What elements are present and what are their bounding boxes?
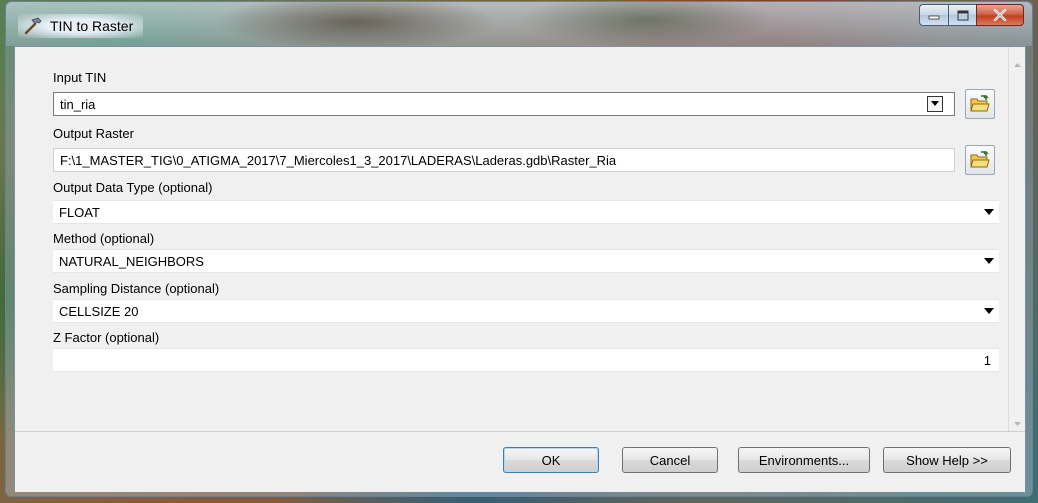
button-bar: OK Cancel Environments... Show Help >>: [15, 431, 1025, 492]
close-button[interactable]: [976, 4, 1024, 26]
output-raster-label: Output Raster: [53, 126, 134, 141]
input-tin-browse-button[interactable]: [965, 89, 995, 119]
scroll-up-icon[interactable]: [1013, 61, 1022, 70]
chevron-down-icon: [931, 101, 939, 106]
ok-button[interactable]: OK: [503, 447, 599, 473]
output-raster-browse-button[interactable]: [965, 145, 995, 175]
output-data-type-label: Output Data Type (optional): [53, 180, 213, 195]
input-tin-label: Input TIN: [53, 70, 107, 85]
open-folder-icon: [970, 151, 990, 168]
input-tin-value: tin_ria: [60, 96, 96, 112]
title-bar[interactable]: TIN to Raster: [6, 2, 1032, 46]
chevron-down-icon: [979, 258, 999, 264]
open-folder-icon: [970, 95, 990, 112]
method-label: Method (optional): [53, 231, 155, 246]
output-raster-value: F:\1_MASTER_TIG\0_ATIGMA_2017\7_Miercole…: [60, 152, 617, 168]
window-title: TIN to Raster: [50, 18, 134, 34]
output-data-type-value: FLOAT: [59, 204, 100, 220]
input-tin-combobox[interactable]: tin_ria: [53, 92, 955, 116]
maximize-icon: [957, 10, 968, 20]
method-select[interactable]: NATURAL_NEIGHBORS: [53, 249, 999, 273]
parameters-panel: Input TIN tin_ria Output Raster F:\1_MAS…: [15, 47, 1009, 431]
vertical-scrollbar[interactable]: [1008, 47, 1025, 431]
maximize-button[interactable]: [948, 4, 976, 26]
minimize-button[interactable]: [919, 4, 948, 26]
hammer-icon: [22, 15, 44, 37]
input-tin-dropdown-button[interactable]: [927, 96, 943, 112]
z-factor-input[interactable]: 1: [53, 348, 999, 372]
close-icon: [993, 9, 1007, 21]
output-data-type-select[interactable]: FLOAT: [53, 200, 999, 224]
cancel-button[interactable]: Cancel: [622, 447, 718, 473]
z-factor-value: 1: [983, 352, 991, 368]
environments-button[interactable]: Environments...: [738, 447, 870, 473]
title-area: TIN to Raster: [18, 14, 144, 38]
show-help-button[interactable]: Show Help >>: [883, 447, 1011, 473]
output-raster-field[interactable]: F:\1_MASTER_TIG\0_ATIGMA_2017\7_Miercole…: [53, 148, 955, 172]
sampling-distance-select[interactable]: CELLSIZE 20: [53, 299, 999, 323]
dialog-client: Input TIN tin_ria Output Raster F:\1_MAS…: [14, 46, 1026, 492]
chevron-down-icon: [979, 209, 999, 215]
z-factor-label: Z Factor (optional): [53, 330, 160, 345]
sampling-distance-label: Sampling Distance (optional): [53, 281, 220, 296]
method-value: NATURAL_NEIGHBORS: [59, 253, 204, 269]
sampling-distance-value: CELLSIZE 20: [59, 303, 139, 319]
chevron-down-icon: [979, 308, 999, 314]
minimize-icon: [928, 15, 940, 20]
dialog-window: TIN to Raster Input TIN tin_ria Output R…: [5, 1, 1033, 497]
caption-buttons: [919, 4, 1024, 26]
scroll-down-icon[interactable]: [1013, 419, 1022, 428]
